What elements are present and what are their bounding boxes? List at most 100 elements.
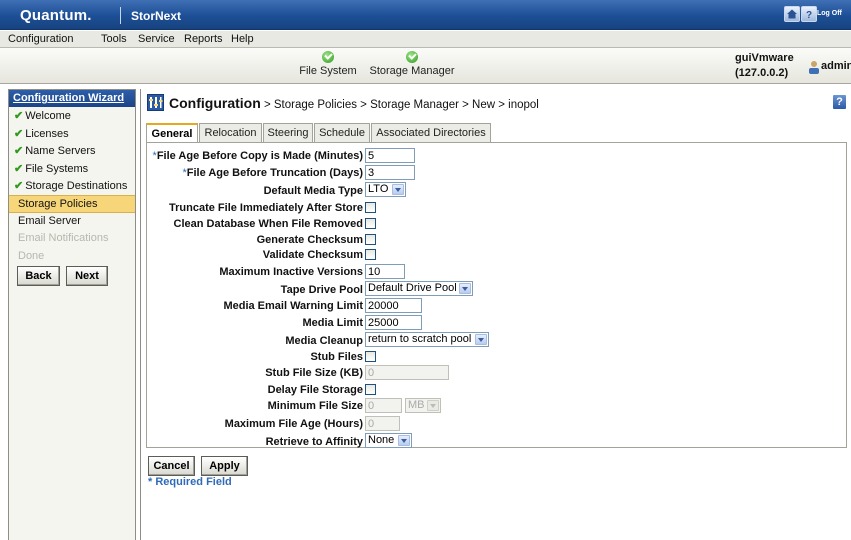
wizard-step-label: Name Servers [25,145,96,158]
media-cleanup-value: return to scratch pool [368,333,472,345]
breadcrumb: Configuration > Storage Policies > Stora… [169,95,539,111]
clean-db-label: Clean Database When File Removed [173,218,364,230]
wizard-sidebar: Configuration Wizard ✔ Welcome ✔ Licenses … [8,89,136,540]
apply-button[interactable]: Apply [201,456,248,476]
dropdown-arrow-icon [392,184,404,195]
menu-help[interactable]: Help [231,33,254,45]
validate-checksum-checkbox[interactable] [365,249,376,260]
tab-general[interactable]: General [146,123,198,143]
status-storage-manager[interactable]: Storage Manager [368,51,456,77]
retrieve-affinity-label: Retrieve to Affinity [265,436,363,448]
media-cleanup-select[interactable]: return to scratch pool [365,332,489,347]
back-button[interactable]: Back [17,266,60,286]
stub-files-checkbox[interactable] [365,351,376,362]
generate-checksum-label: Generate Checksum [256,234,363,246]
wizard-step-label: Storage Destinations [25,180,128,193]
stub-file-size-input [365,365,449,380]
wizard-step-storage-policies[interactable]: Storage Policies [9,194,135,213]
generate-checksum-checkbox[interactable] [365,234,376,245]
wizard-step-done: Done [18,249,45,262]
checkmark-icon: ✔ [14,110,24,122]
breadcrumb-path: > Storage Policies > Storage Manager > N… [263,99,539,111]
clean-db-checkbox[interactable] [365,218,376,229]
max-file-age-input [365,416,400,431]
tab-relocation[interactable]: Relocation [199,123,262,142]
wizard-step-name-servers[interactable]: ✔ Name Servers [9,142,135,160]
tape-drive-pool-value: Default Drive Pool [368,282,457,294]
validate-checksum-label: Validate Checksum [262,249,363,261]
stub-files-label: Stub Files [310,351,363,363]
wizard-step-file-systems[interactable]: ✔ File Systems [9,160,135,178]
menu-configuration[interactable]: Configuration [8,33,73,45]
max-inactive-versions-label: Maximum Inactive Versions [219,266,363,278]
menu-reports[interactable]: Reports [184,33,223,45]
user-name: guiVmware [735,52,794,64]
tab-steering[interactable]: Steering [263,123,313,142]
file-age-trunc-input[interactable] [365,165,415,180]
file-age-trunc-label-text: File Age Before Truncation (Days) [186,167,363,179]
content-header: Configuration > Storage Policies > Stora… [143,89,851,115]
wizard-step-email-notifications: Email Notifications [18,232,109,245]
wizard-step-label: Licenses [25,127,69,140]
tape-drive-pool-select[interactable]: Default Drive Pool [365,281,473,296]
wizard-step-label: File Systems [25,162,89,175]
status-storage-manager-label: Storage Manager [369,65,455,77]
retrieve-affinity-select[interactable]: None [365,433,412,448]
cancel-button[interactable]: Cancel [148,456,195,476]
help-icon[interactable]: ? [801,6,817,22]
max-inactive-versions-input[interactable] [365,264,405,279]
default-media-type-select[interactable]: LTO [365,182,406,197]
wizard-step-email-server[interactable]: Email Server [9,213,135,231]
brand-bar: Quantum. StorNext ? Log Off [0,0,851,30]
tab-schedule[interactable]: Schedule [314,123,370,142]
stub-file-size-label: Stub File Size (KB) [265,367,363,379]
truncate-after-store-checkbox[interactable] [365,202,376,213]
wizard-step-label: Welcome [25,110,71,122]
media-limit-input[interactable] [365,315,422,330]
default-media-type-value: LTO [368,183,389,195]
general-form-panel [146,142,847,448]
brand-divider [120,7,121,24]
menu-service[interactable]: Service [138,33,175,45]
delay-file-storage-checkbox[interactable] [365,384,376,395]
required-field-note: * Required Field [148,476,232,488]
svg-text:?: ? [806,10,812,20]
tab-associated-directories[interactable]: Associated Directories [371,123,491,142]
wizard-step-storage-destinations[interactable]: ✔ Storage Destinations [9,177,135,195]
media-email-limit-input[interactable] [365,298,422,313]
dropdown-arrow-icon [398,435,410,446]
user-ip: (127.0.0.2) [735,67,789,79]
checkmark-icon: ✔ [14,180,24,193]
dropdown-arrow-icon [427,400,439,411]
dropdown-arrow-icon [459,283,471,294]
status-bar: File System Storage Manager [0,48,851,84]
file-age-trunc-label: *File Age Before Truncation (Days) [182,167,363,179]
next-button[interactable]: Next [66,266,108,286]
max-file-age-label: Maximum File Age (Hours) [224,418,363,430]
breadcrumb-root[interactable]: Configuration [169,95,261,111]
content-divider [140,89,141,540]
file-age-copy-label: *File Age Before Copy is Made (Minutes) [153,150,363,162]
status-file-system[interactable]: File System [296,51,360,77]
wizard-step-welcome[interactable]: ✔ Welcome [9,107,135,125]
min-file-size-label: Minimum File Size [267,400,363,412]
truncate-after-store-label: Truncate File Immediately After Store [169,202,363,214]
page-help-icon[interactable]: ? [833,95,846,109]
checkmark-icon: ✔ [14,127,24,140]
checkmark-icon: ✔ [14,145,24,158]
sidebar-title[interactable]: Configuration Wizard [9,90,135,107]
tape-drive-pool-label: Tape Drive Pool [280,284,363,296]
product-name: StorNext [131,9,182,23]
default-media-type-label: Default Media Type [263,185,363,197]
logoff-link[interactable]: Log Off [817,10,842,17]
check-circle-icon [406,51,418,63]
menu-tools[interactable]: Tools [101,33,127,45]
configuration-icon [147,94,164,111]
admin-label[interactable]: admin [821,60,851,72]
media-limit-label: Media Limit [302,317,363,329]
retrieve-affinity-value: None [368,434,395,446]
wizard-step-licenses[interactable]: ✔ Licenses [9,125,135,143]
file-age-copy-label-text: File Age Before Copy is Made (Minutes) [156,150,363,162]
file-age-copy-input[interactable] [365,148,415,163]
home-icon[interactable] [784,6,800,22]
